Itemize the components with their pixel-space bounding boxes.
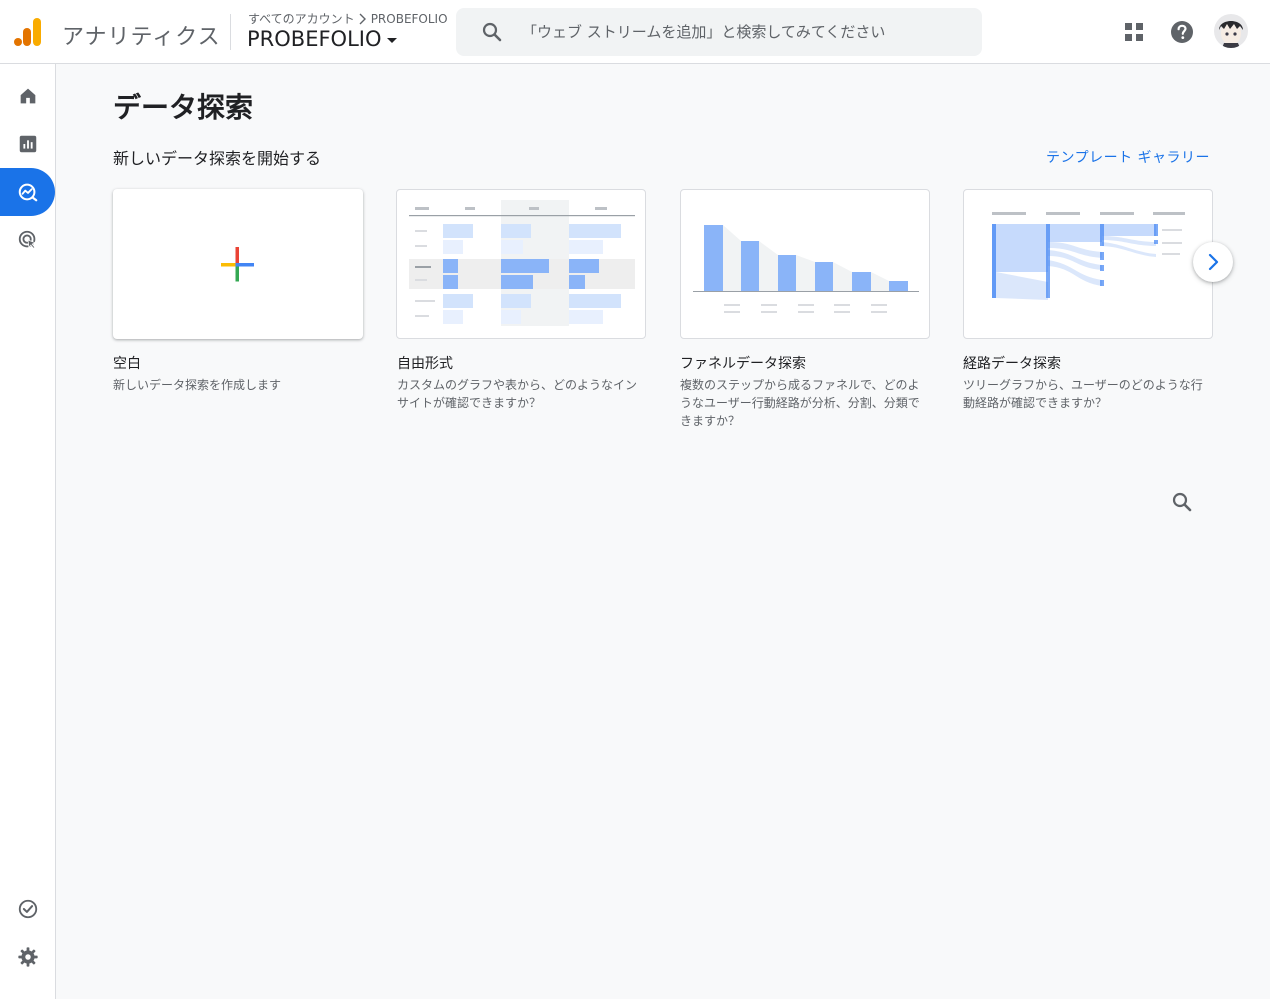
search-input[interactable]	[522, 18, 962, 46]
card-funnel[interactable]	[680, 189, 930, 339]
check-circle-icon	[18, 899, 37, 919]
nav-configure[interactable]	[0, 885, 55, 933]
app-name: アナリティクス	[62, 25, 221, 50]
search-icon[interactable]	[1170, 490, 1194, 514]
path-tree-illustration	[992, 212, 1185, 300]
help-icon[interactable]	[1170, 20, 1194, 44]
property-selector[interactable]: PROBEFOLIO	[247, 27, 397, 51]
card-blank-description: 新しいデータ探索を作成します	[113, 378, 282, 392]
top-app-bar: アナリティクス すべてのアカウント PROBEFOLIO PROBEFOLIO	[0, 0, 1270, 64]
card-funnel-title: ファネルデータ探索	[680, 356, 806, 372]
card-funnel-description: 複数のステップから成るファネルで、どのようなユーザー行動経路が分析、分割、分類で…	[680, 378, 920, 428]
chevron-right-icon	[1208, 253, 1219, 271]
home-icon	[20, 88, 35, 104]
search-icon	[482, 22, 502, 42]
apps-grid-icon[interactable]	[1122, 20, 1146, 44]
free-form-table-illustration	[409, 200, 635, 326]
explore-icon	[18, 183, 37, 202]
nav-reports[interactable]	[0, 120, 55, 168]
plus-icon	[221, 247, 254, 282]
avatar-icon	[1214, 14, 1248, 48]
funnel-chart-illustration	[693, 225, 919, 313]
card-path-description: ツリーグラフから、ユーザーのどのような行動経路が確認できますか？	[963, 378, 1203, 410]
card-free-form-title: 自由形式	[397, 356, 453, 372]
card-free-form[interactable]	[396, 189, 646, 339]
section-title: 新しいデータ探索を開始する	[113, 149, 322, 168]
account-avatar[interactable]	[1214, 14, 1248, 48]
side-nav	[0, 64, 56, 999]
breadcrumb[interactable]: すべてのアカウント PROBEFOLIO	[248, 10, 448, 27]
analytics-logo-icon[interactable]	[14, 16, 44, 48]
property-name: PROBEFOLIO	[247, 27, 382, 51]
bar-chart-icon	[19, 135, 36, 153]
chevron-right-icon	[359, 13, 366, 24]
card-blank-title: 空白	[113, 356, 141, 372]
search-bar[interactable]	[456, 8, 982, 56]
page-title: データ探索	[113, 91, 254, 124]
card-path-title: 経路データ探索	[963, 356, 1061, 372]
breadcrumb-account[interactable]: すべてのアカウント	[248, 10, 355, 27]
card-blank[interactable]	[113, 189, 363, 339]
card-free-form-description: カスタムのグラフや表から、どのようなインサイトが確認できますか？	[397, 378, 638, 410]
template-gallery-link[interactable]: テンプレート ギャラリー	[1046, 147, 1210, 167]
nav-explore[interactable]	[0, 168, 55, 216]
gear-icon	[17, 947, 38, 967]
header-divider	[230, 14, 231, 50]
nav-home[interactable]	[0, 72, 55, 120]
carousel-next-button[interactable]	[1193, 242, 1233, 282]
caret-down-icon	[386, 38, 397, 43]
nav-admin[interactable]	[0, 933, 55, 981]
nav-advertising[interactable]	[0, 216, 55, 264]
card-path[interactable]	[963, 189, 1213, 339]
breadcrumb-property[interactable]: PROBEFOLIO	[371, 12, 448, 26]
advertising-icon	[18, 230, 36, 249]
